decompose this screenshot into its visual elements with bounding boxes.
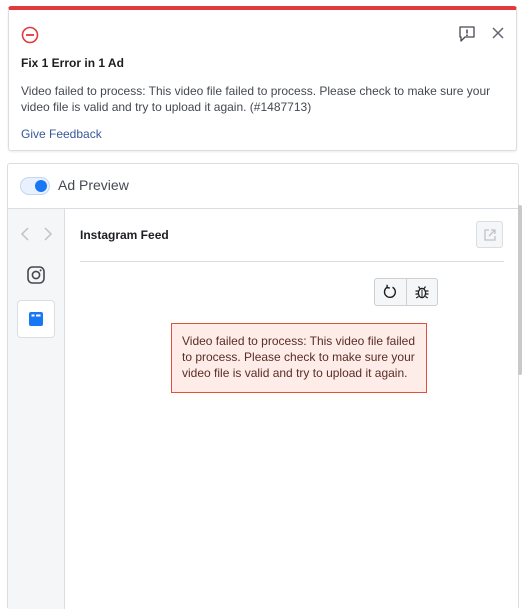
chevron-left-icon[interactable] (18, 226, 32, 242)
bug-icon (415, 286, 429, 299)
feed-divider (80, 261, 504, 262)
close-icon[interactable] (490, 25, 506, 41)
debug-button[interactable] (407, 279, 437, 305)
feedback-exclamation-icon[interactable] (458, 25, 476, 43)
ad-preview-panel: Ad Preview Instagram Feed Video failed t… (7, 163, 519, 609)
give-feedback-link[interactable]: Give Feedback (21, 127, 102, 141)
error-title: Fix 1 Error in 1 Ad (21, 56, 124, 70)
chevron-right-icon[interactable] (41, 226, 55, 242)
instagram-icon[interactable] (26, 265, 46, 285)
ad-preview-toggle[interactable] (20, 177, 50, 195)
preview-header: Ad Preview (8, 164, 518, 209)
refresh-icon (383, 284, 397, 298)
open-external-icon (484, 229, 496, 241)
error-card: Fix 1 Error in 1 Ad Video failed to proc… (8, 6, 517, 151)
preview-error-message: Video failed to process: This video file… (171, 323, 427, 393)
feed-placement-button[interactable] (17, 300, 55, 338)
toggle-knob (35, 180, 47, 192)
minus-circle-icon (21, 26, 39, 44)
placement-rail (8, 209, 65, 609)
preview-toolbar (374, 278, 438, 306)
placement-title: Instagram Feed (80, 228, 169, 242)
error-message: Video failed to process: This video file… (21, 84, 491, 114)
preview-title: Ad Preview (58, 177, 129, 193)
refresh-button[interactable] (375, 279, 407, 305)
scrollbar[interactable] (518, 205, 522, 375)
feed-placement-icon (29, 312, 43, 326)
open-external-button[interactable] (476, 221, 503, 248)
